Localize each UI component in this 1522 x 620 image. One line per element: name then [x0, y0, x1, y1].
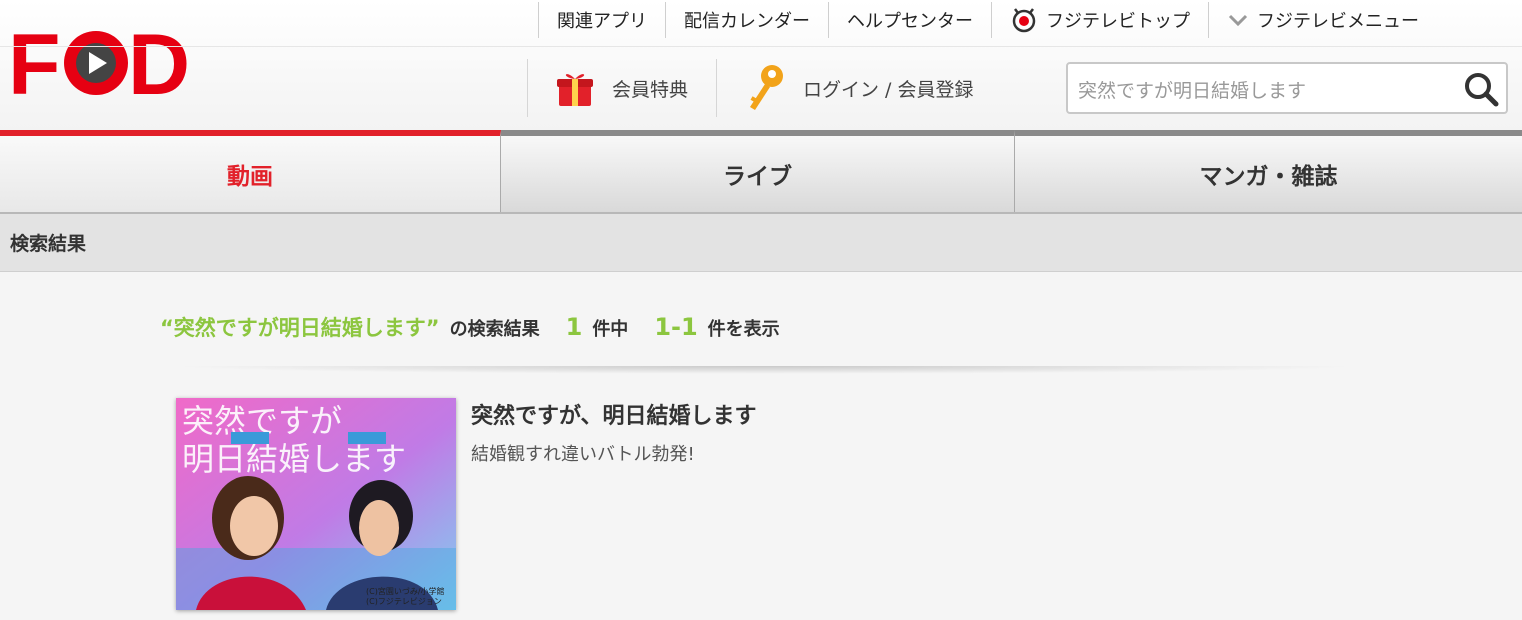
svg-text:D: D: [128, 22, 188, 102]
section-heading: 検索結果: [0, 214, 1522, 272]
search-summary: “突然ですが明日結婚します” の検索結果 1 件中 1-1 件を表示: [160, 312, 780, 348]
tab-manga-magazine[interactable]: マンガ・雑誌: [1015, 130, 1522, 212]
top-link-fujitv-menu[interactable]: フジテレビメニュー: [1208, 2, 1437, 38]
total-count: 1: [565, 313, 583, 341]
top-link-label: 関連アプリ: [557, 11, 647, 32]
chevron-down-icon: [1227, 12, 1249, 28]
top-link-help[interactable]: ヘルプセンター: [828, 2, 991, 38]
summary-text-showing: 件を表示: [707, 319, 780, 340]
login-register-label: ログイン / 会員登録: [803, 78, 974, 101]
search-box: [1066, 62, 1508, 114]
summary-divider: [170, 366, 1360, 374]
result-title[interactable]: 突然ですが、明日結婚します: [471, 398, 757, 430]
top-link-label: フジテレビメニュー: [1257, 11, 1419, 32]
fujitv-eye-icon: [1010, 6, 1038, 34]
tab-video[interactable]: 動画: [0, 130, 501, 212]
tab-label: マンガ・雑誌: [1199, 164, 1338, 190]
member-benefits-link[interactable]: 会員特典: [527, 59, 716, 117]
key-icon: [745, 62, 787, 114]
result-thumbnail[interactable]: 突然ですが 明日結婚します (C)宮園いづみ/小学館 (C)フジテレビジョン: [176, 398, 456, 610]
result-description: 結婚観すれ違いバトル勃発!: [471, 444, 695, 465]
gift-icon: [554, 67, 596, 109]
svg-text:F: F: [8, 22, 58, 102]
summary-text-of: 件中: [592, 319, 629, 340]
tab-label: 動画: [227, 164, 273, 190]
account-links: 会員特典 ログイン / 会員登録: [527, 56, 1002, 120]
top-link-fujitv-top[interactable]: フジテレビトップ: [991, 2, 1208, 38]
tab-live[interactable]: ライブ: [501, 130, 1015, 212]
result-item: 突然ですが 明日結婚します (C)宮園いづみ/小学館 (C)フジテレビジョン 突…: [176, 398, 1076, 610]
category-tabs: 動画 ライブ マンガ・雑誌: [0, 130, 1522, 214]
thumb-title-line2: 明日結婚します: [182, 440, 406, 478]
top-links: 関連アプリ 配信カレンダー ヘルプセンター フジテレビトップ フジテレビメニュー: [538, 0, 1437, 40]
member-benefits-label: 会員特典: [612, 78, 689, 101]
header-divider: [0, 46, 1522, 47]
summary-text-results: の検索結果: [449, 319, 540, 340]
top-link-label: 配信カレンダー: [684, 11, 810, 32]
search-input[interactable]: [1076, 72, 1450, 106]
tab-label: ライブ: [723, 164, 792, 190]
top-link-label: フジテレビトップ: [1046, 11, 1190, 32]
top-link-related-apps[interactable]: 関連アプリ: [538, 2, 665, 38]
search-icon: [1462, 73, 1500, 112]
thumb-credit-1: (C)宮園いづみ/小学館: [366, 586, 445, 596]
site-header: F D 関連アプリ 配信カレンダー ヘルプセンター フジテレビトップ フジテレビ…: [0, 0, 1522, 130]
search-button[interactable]: [1462, 70, 1500, 108]
search-query: “突然ですが明日結婚します”: [160, 316, 440, 340]
display-range: 1-1: [654, 313, 698, 341]
thumb-credit-2: (C)フジテレビジョン: [366, 597, 442, 606]
fod-logo[interactable]: F D: [8, 22, 188, 102]
top-link-label: ヘルプセンター: [847, 11, 973, 32]
login-register-link[interactable]: ログイン / 会員登録: [716, 59, 1001, 117]
top-link-calendar[interactable]: 配信カレンダー: [665, 2, 828, 38]
section-title: 検索結果: [10, 233, 87, 255]
